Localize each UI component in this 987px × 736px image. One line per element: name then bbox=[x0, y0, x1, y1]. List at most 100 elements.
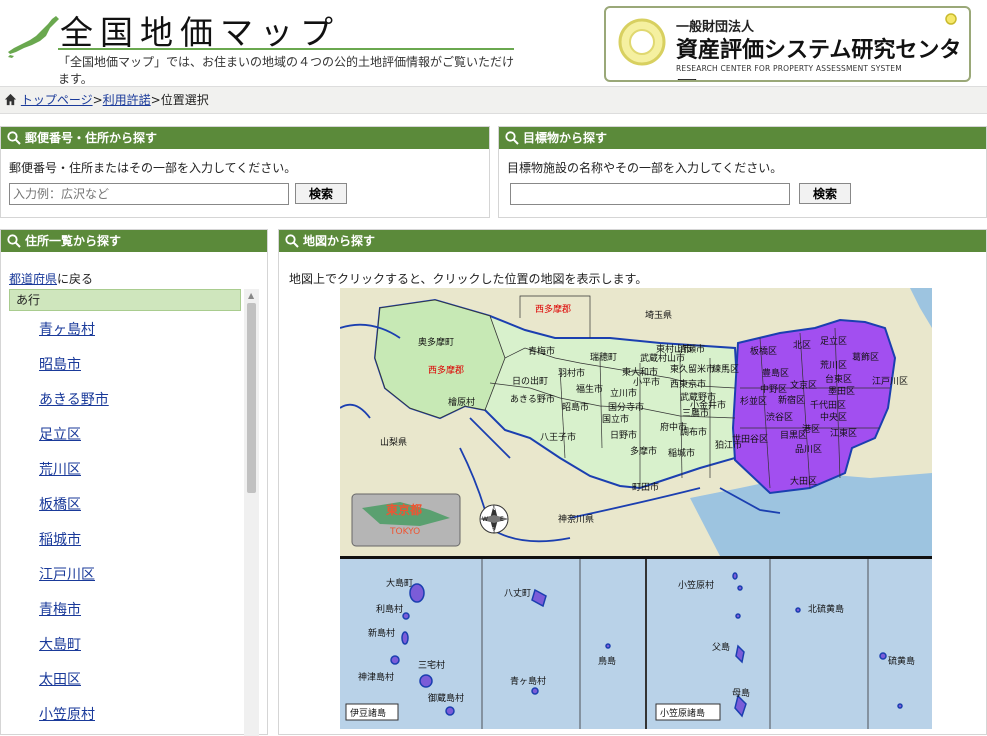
breadcrumb: トップページ>利用許諾>位置選択 bbox=[0, 86, 987, 114]
label-kita[interactable]: 北区 bbox=[793, 340, 811, 351]
municipality-link[interactable]: 大島町 bbox=[39, 637, 81, 653]
prefecture-back-link[interactable]: 都道府県 bbox=[9, 272, 57, 286]
list-scrollbar[interactable]: ▲ bbox=[244, 289, 259, 736]
municipality-link[interactable]: 小笠原村 bbox=[39, 707, 95, 723]
label-kitaiwo[interactable]: 北硫黄島 bbox=[808, 603, 844, 615]
label-saitama: 埼玉県 bbox=[645, 309, 672, 321]
label-sumida[interactable]: 墨田区 bbox=[828, 386, 855, 397]
label-taito[interactable]: 台東区 bbox=[825, 373, 852, 385]
label-kozushima[interactable]: 神津島村 bbox=[358, 671, 394, 683]
label-chichijima[interactable]: 父島 bbox=[712, 641, 730, 653]
label-koganei[interactable]: 小金井市 bbox=[690, 399, 726, 411]
label-edogawa[interactable]: 江戸川区 bbox=[872, 376, 908, 387]
label-higashikurume[interactable]: 東久留米市 bbox=[670, 363, 715, 375]
label-kokubunji[interactable]: 国分寺市 bbox=[608, 401, 644, 413]
label-ogasawara[interactable]: 小笠原村 bbox=[678, 579, 714, 591]
label-miyake[interactable]: 三宅村 bbox=[418, 659, 445, 671]
badge-tokyo-en: TOKYO bbox=[389, 527, 420, 537]
label-tama[interactable]: 多摩市 bbox=[630, 445, 657, 457]
label-tachikawa[interactable]: 立川市 bbox=[610, 387, 637, 399]
label-hinohara[interactable]: 檜原村 bbox=[448, 396, 475, 408]
kana-group-header[interactable]: あ行 bbox=[9, 289, 241, 311]
label-nishitama-top[interactable]: 西多摩郡 bbox=[535, 303, 571, 315]
label-itabashi[interactable]: 板橋区 bbox=[750, 345, 777, 357]
list-item: 板橋区 bbox=[39, 494, 109, 529]
label-ota[interactable]: 大田区 bbox=[790, 475, 817, 487]
label-aogashima[interactable]: 青ヶ島村 bbox=[510, 675, 546, 687]
label-hinode[interactable]: 日の出町 bbox=[512, 375, 548, 387]
label-toshima[interactable]: 豊島区 bbox=[762, 367, 789, 379]
rea-emblem-icon bbox=[618, 18, 666, 66]
municipality-link[interactable]: あきる野市 bbox=[39, 392, 109, 408]
label-shinjuku[interactable]: 新宿区 bbox=[778, 394, 805, 406]
label-toshimamura[interactable]: 利島村 bbox=[376, 603, 403, 615]
tag-ogasawara: 小笠原諸島 bbox=[660, 707, 705, 719]
label-adachi[interactable]: 足立区 bbox=[820, 335, 847, 347]
label-mizuho[interactable]: 瑞穂町 bbox=[590, 351, 617, 363]
badge-tokyo-ja: 東京都 bbox=[386, 502, 422, 517]
tokyo-clickable-map[interactable]: 西多摩郡 奥多摩町 西多摩郡 檜原村 青梅市 日の出町 あきる野市 羽村市 福生… bbox=[340, 288, 932, 729]
postal-search-button[interactable]: 検索 bbox=[295, 183, 347, 204]
label-chuo[interactable]: 中央区 bbox=[820, 411, 847, 423]
label-machida[interactable]: 町田市 bbox=[632, 481, 659, 493]
list-item: あきる野市 bbox=[39, 389, 109, 424]
search-icon bbox=[505, 131, 519, 145]
label-higashiyamato[interactable]: 東大和市 bbox=[622, 366, 658, 378]
label-hahajima[interactable]: 母島 bbox=[732, 687, 750, 699]
label-koto[interactable]: 江東区 bbox=[830, 427, 857, 439]
label-meguro[interactable]: 目黒区 bbox=[780, 430, 807, 441]
label-nakano[interactable]: 中野区 bbox=[760, 383, 787, 395]
label-setagaya[interactable]: 世田谷区 bbox=[732, 433, 768, 445]
municipality-link[interactable]: 昭島市 bbox=[39, 357, 81, 373]
label-niijima[interactable]: 新島村 bbox=[368, 627, 395, 639]
tag-izu: 伊豆諸島 bbox=[350, 707, 386, 719]
municipality-link[interactable]: 青ヶ島村 bbox=[39, 322, 95, 338]
breadcrumb-separator: > bbox=[150, 93, 161, 107]
label-inagi[interactable]: 稲城市 bbox=[668, 447, 695, 459]
scrollbar-thumb[interactable] bbox=[247, 303, 256, 493]
site-tagline: 「全国地価マップ」では、お住まいの地域の４つの公的土地評価情報がご覧いただけます… bbox=[58, 48, 514, 87]
label-arakawa[interactable]: 荒川区 bbox=[820, 360, 847, 371]
label-chiyoda[interactable]: 千代田区 bbox=[810, 400, 846, 411]
breadcrumb-top-link[interactable]: トップページ bbox=[21, 93, 93, 107]
label-nishitokyo[interactable]: 西東京市 bbox=[670, 378, 706, 390]
label-hamura[interactable]: 羽村市 bbox=[558, 367, 585, 379]
label-suginami[interactable]: 杉並区 bbox=[740, 395, 767, 407]
municipality-link[interactable]: 足立区 bbox=[39, 427, 81, 443]
label-iwoto[interactable]: 硫黄島 bbox=[888, 655, 915, 667]
rea-logo-banner[interactable]: 一般財団法人 資産評価システム研究センター RESEARCH CENTER FO… bbox=[604, 6, 971, 82]
municipality-link[interactable]: 青梅市 bbox=[39, 602, 81, 618]
house-icon[interactable] bbox=[4, 93, 17, 106]
label-akishima[interactable]: 昭島市 bbox=[562, 401, 589, 413]
label-nishitama[interactable]: 西多摩郡 bbox=[428, 364, 464, 376]
municipality-link[interactable]: 稲城市 bbox=[39, 532, 81, 548]
label-ome[interactable]: 青梅市 bbox=[528, 345, 555, 357]
label-shinagawa[interactable]: 品川区 bbox=[795, 444, 822, 455]
label-bunkyo[interactable]: 文京区 bbox=[790, 379, 817, 391]
label-musashimurayama[interactable]: 武蔵村山市 bbox=[640, 352, 685, 364]
label-torishima[interactable]: 鳥島 bbox=[598, 655, 616, 667]
label-okutama[interactable]: 奥多摩町 bbox=[418, 336, 454, 348]
label-hachioji[interactable]: 八王子市 bbox=[540, 431, 576, 443]
label-mikurajima[interactable]: 御蔵島村 bbox=[428, 692, 464, 704]
municipality-link[interactable]: 荒川区 bbox=[39, 462, 81, 478]
label-nerima[interactable]: 練馬区 bbox=[712, 363, 739, 375]
municipality-list-scroll[interactable]: あ行 青ヶ島村 昭島市 あきる野市 足立区 荒川区 板橋区 稲城市 江戸川区 青… bbox=[9, 289, 259, 736]
label-shibuya[interactable]: 渋谷区 bbox=[766, 411, 793, 423]
label-hino[interactable]: 日野市 bbox=[610, 429, 637, 441]
label-kunitachi[interactable]: 国立市 bbox=[602, 413, 629, 425]
label-katsushika[interactable]: 葛飾区 bbox=[852, 351, 879, 363]
label-hachijo[interactable]: 八丈町 bbox=[504, 588, 531, 599]
municipality-link[interactable]: 太田区 bbox=[39, 672, 81, 688]
label-akiruno[interactable]: あきる野市 bbox=[510, 393, 555, 405]
label-oshima[interactable]: 大島町 bbox=[386, 577, 413, 589]
label-chofu[interactable]: 調布市 bbox=[680, 426, 707, 438]
postal-search-input[interactable] bbox=[9, 183, 289, 205]
scroll-up-arrow-icon[interactable]: ▲ bbox=[248, 291, 254, 300]
label-fussa[interactable]: 福生市 bbox=[576, 383, 603, 395]
municipality-link[interactable]: 板橋区 bbox=[39, 497, 81, 513]
landmark-search-input[interactable] bbox=[510, 183, 790, 205]
municipality-link[interactable]: 江戸川区 bbox=[39, 567, 95, 583]
landmark-search-button[interactable]: 検索 bbox=[799, 183, 851, 204]
breadcrumb-terms-link[interactable]: 利用許諾 bbox=[103, 93, 151, 107]
